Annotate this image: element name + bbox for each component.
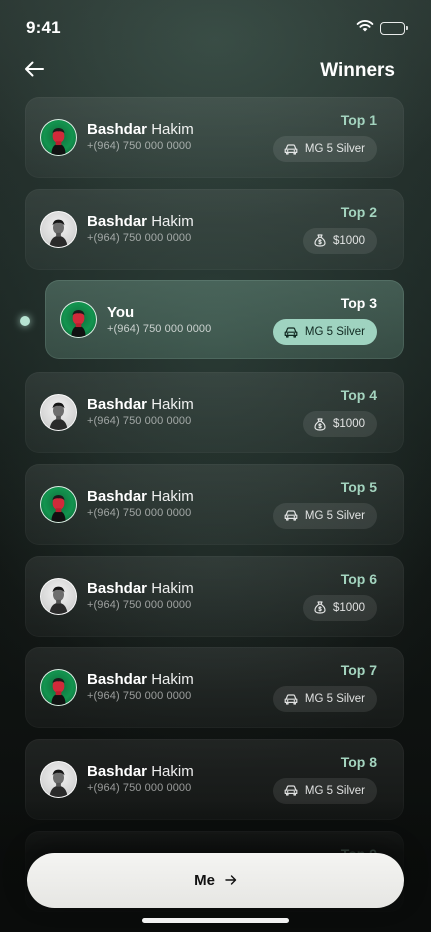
winner-rank: Top 4 xyxy=(340,387,377,404)
prize-badge: MG 5 Silver xyxy=(272,319,377,346)
battery-icon xyxy=(380,21,408,35)
winner-name: You xyxy=(107,304,134,321)
prize-label: MG 5 Silver xyxy=(304,326,365,339)
winner-rank: Top 2 xyxy=(340,203,377,220)
money-bag-icon xyxy=(314,234,326,247)
winner-phone: +(964) 750 000 0000 xyxy=(87,690,192,703)
avatar xyxy=(40,669,77,707)
winner-phone: +(964) 750 000 0000 xyxy=(87,140,192,152)
winner-rank: Top 1 xyxy=(340,112,377,128)
winner-name: Bashdar Hakim xyxy=(87,396,194,413)
winner-card[interactable]: Bashdar Hakim +(964) 750 000 0000 Top 2 $10… xyxy=(25,188,404,270)
prize-badge: MG 5 Silver xyxy=(272,686,377,713)
winner-phone: +(964) 750 000 0000 xyxy=(87,506,192,519)
winner-last-name: Hakim xyxy=(151,762,194,780)
winner-phone: +(964) 750 000 0000 xyxy=(107,323,212,336)
winner-card[interactable]: Bashdar Hakim +(964) 750 000 0000 Top 4 $10… xyxy=(25,372,404,454)
winner-card[interactable]: Bashdar Hakim +(964) 750 000 0000 Top 8 MG … xyxy=(25,738,404,820)
arrow-left-icon xyxy=(24,61,44,82)
winner-name: Bashdar Hakim xyxy=(87,213,194,230)
winner-last-name: Hakim xyxy=(151,579,194,597)
winner-phone: +(964) 750 000 0000 xyxy=(87,231,192,244)
winner-last-name: Hakim xyxy=(151,671,194,689)
avatar xyxy=(40,210,77,248)
avatar xyxy=(40,760,77,798)
winner-first-name: Bashdar xyxy=(87,579,148,597)
wifi-icon xyxy=(356,19,374,37)
car-icon xyxy=(284,785,298,796)
winner-first-name: Bashdar xyxy=(87,487,148,505)
prize-badge: MG 5 Silver xyxy=(272,136,377,162)
status-bar: 9:41 xyxy=(0,0,431,54)
winner-first-name: Bashdar xyxy=(87,212,148,230)
winner-name: Bashdar Hakim xyxy=(87,671,194,688)
prize-label: MG 5 Silver xyxy=(304,143,365,155)
me-button[interactable]: Me xyxy=(27,853,404,908)
car-icon xyxy=(284,694,298,705)
avatar xyxy=(60,301,97,339)
winner-rank: Top 8 xyxy=(340,753,377,770)
car-icon xyxy=(284,143,298,155)
header: Winners xyxy=(0,52,431,90)
winner-first-name: Bashdar xyxy=(87,762,148,780)
winner-card[interactable]: Bashdar Hakim +(964) 750 000 0000 Top 6 $10… xyxy=(25,555,404,637)
winner-card-you[interactable]: You +(964) 750 000 0000 Top 3 MG 5 Silver xyxy=(45,280,404,360)
page-title: Winners xyxy=(320,60,395,81)
status-icons xyxy=(356,19,408,37)
car-icon xyxy=(284,327,298,338)
avatar xyxy=(40,119,77,156)
winner-phone: +(964) 750 000 0000 xyxy=(87,598,192,611)
winner-last-name: Hakim xyxy=(151,212,194,230)
winner-last-name: Hakim xyxy=(151,487,194,505)
status-time: 9:41 xyxy=(26,18,61,37)
prize-badge: MG 5 Silver xyxy=(272,502,377,529)
avatar xyxy=(40,485,77,523)
prize-label: $1000 xyxy=(333,234,365,247)
winner-first-name: You xyxy=(107,304,135,322)
winner-last-name: Hakim xyxy=(151,396,194,414)
prize-badge: $1000 xyxy=(303,227,377,254)
winner-name: Bashdar Hakim xyxy=(87,488,194,505)
prize-badge: $1000 xyxy=(303,594,377,621)
winner-card[interactable]: Bashdar Hakim +(964) 750 000 0000 Top 5 MG … xyxy=(25,463,404,545)
prize-label: $1000 xyxy=(333,418,365,431)
back-button[interactable] xyxy=(22,59,46,83)
prize-badge: MG 5 Silver xyxy=(272,777,377,804)
prize-label: MG 5 Silver xyxy=(304,509,365,522)
prize-label: MG 5 Silver xyxy=(304,693,365,706)
current-user-indicator xyxy=(20,316,30,326)
winner-card[interactable]: Bashdar Hakim +(964) 750 000 0000 Top 7 MG … xyxy=(25,647,404,729)
me-button-label: Me xyxy=(194,872,215,889)
prize-label: MG 5 Silver xyxy=(304,784,365,797)
winner-first-name: Bashdar xyxy=(87,121,148,138)
avatar xyxy=(40,577,77,615)
home-indicator[interactable] xyxy=(142,918,289,923)
winner-first-name: Bashdar xyxy=(87,671,148,689)
arrow-right-icon xyxy=(225,872,237,889)
winner-rank: Top 5 xyxy=(340,478,377,495)
winner-name: Bashdar Hakim xyxy=(87,763,194,780)
money-bag-icon xyxy=(314,601,326,614)
winner-card[interactable]: Bashdar Hakim +(964) 750 000 0000 Top 1 MG … xyxy=(25,97,404,178)
winner-phone: +(964) 750 000 0000 xyxy=(87,781,192,794)
avatar xyxy=(40,394,77,432)
prize-label: $1000 xyxy=(333,601,365,614)
winner-first-name: Bashdar xyxy=(87,396,148,414)
winner-phone: +(964) 750 000 0000 xyxy=(87,415,192,428)
winner-name: Bashdar Hakim xyxy=(87,580,194,597)
winner-rank: Top 3 xyxy=(340,295,377,312)
winner-rank: Top 7 xyxy=(340,662,377,679)
winner-name: Bashdar Hakim xyxy=(87,121,194,138)
money-bag-icon xyxy=(314,417,326,431)
car-icon xyxy=(284,510,298,521)
winner-rank: Top 6 xyxy=(340,570,377,587)
winner-last-name: Hakim xyxy=(151,121,194,138)
prize-badge: $1000 xyxy=(303,411,377,438)
